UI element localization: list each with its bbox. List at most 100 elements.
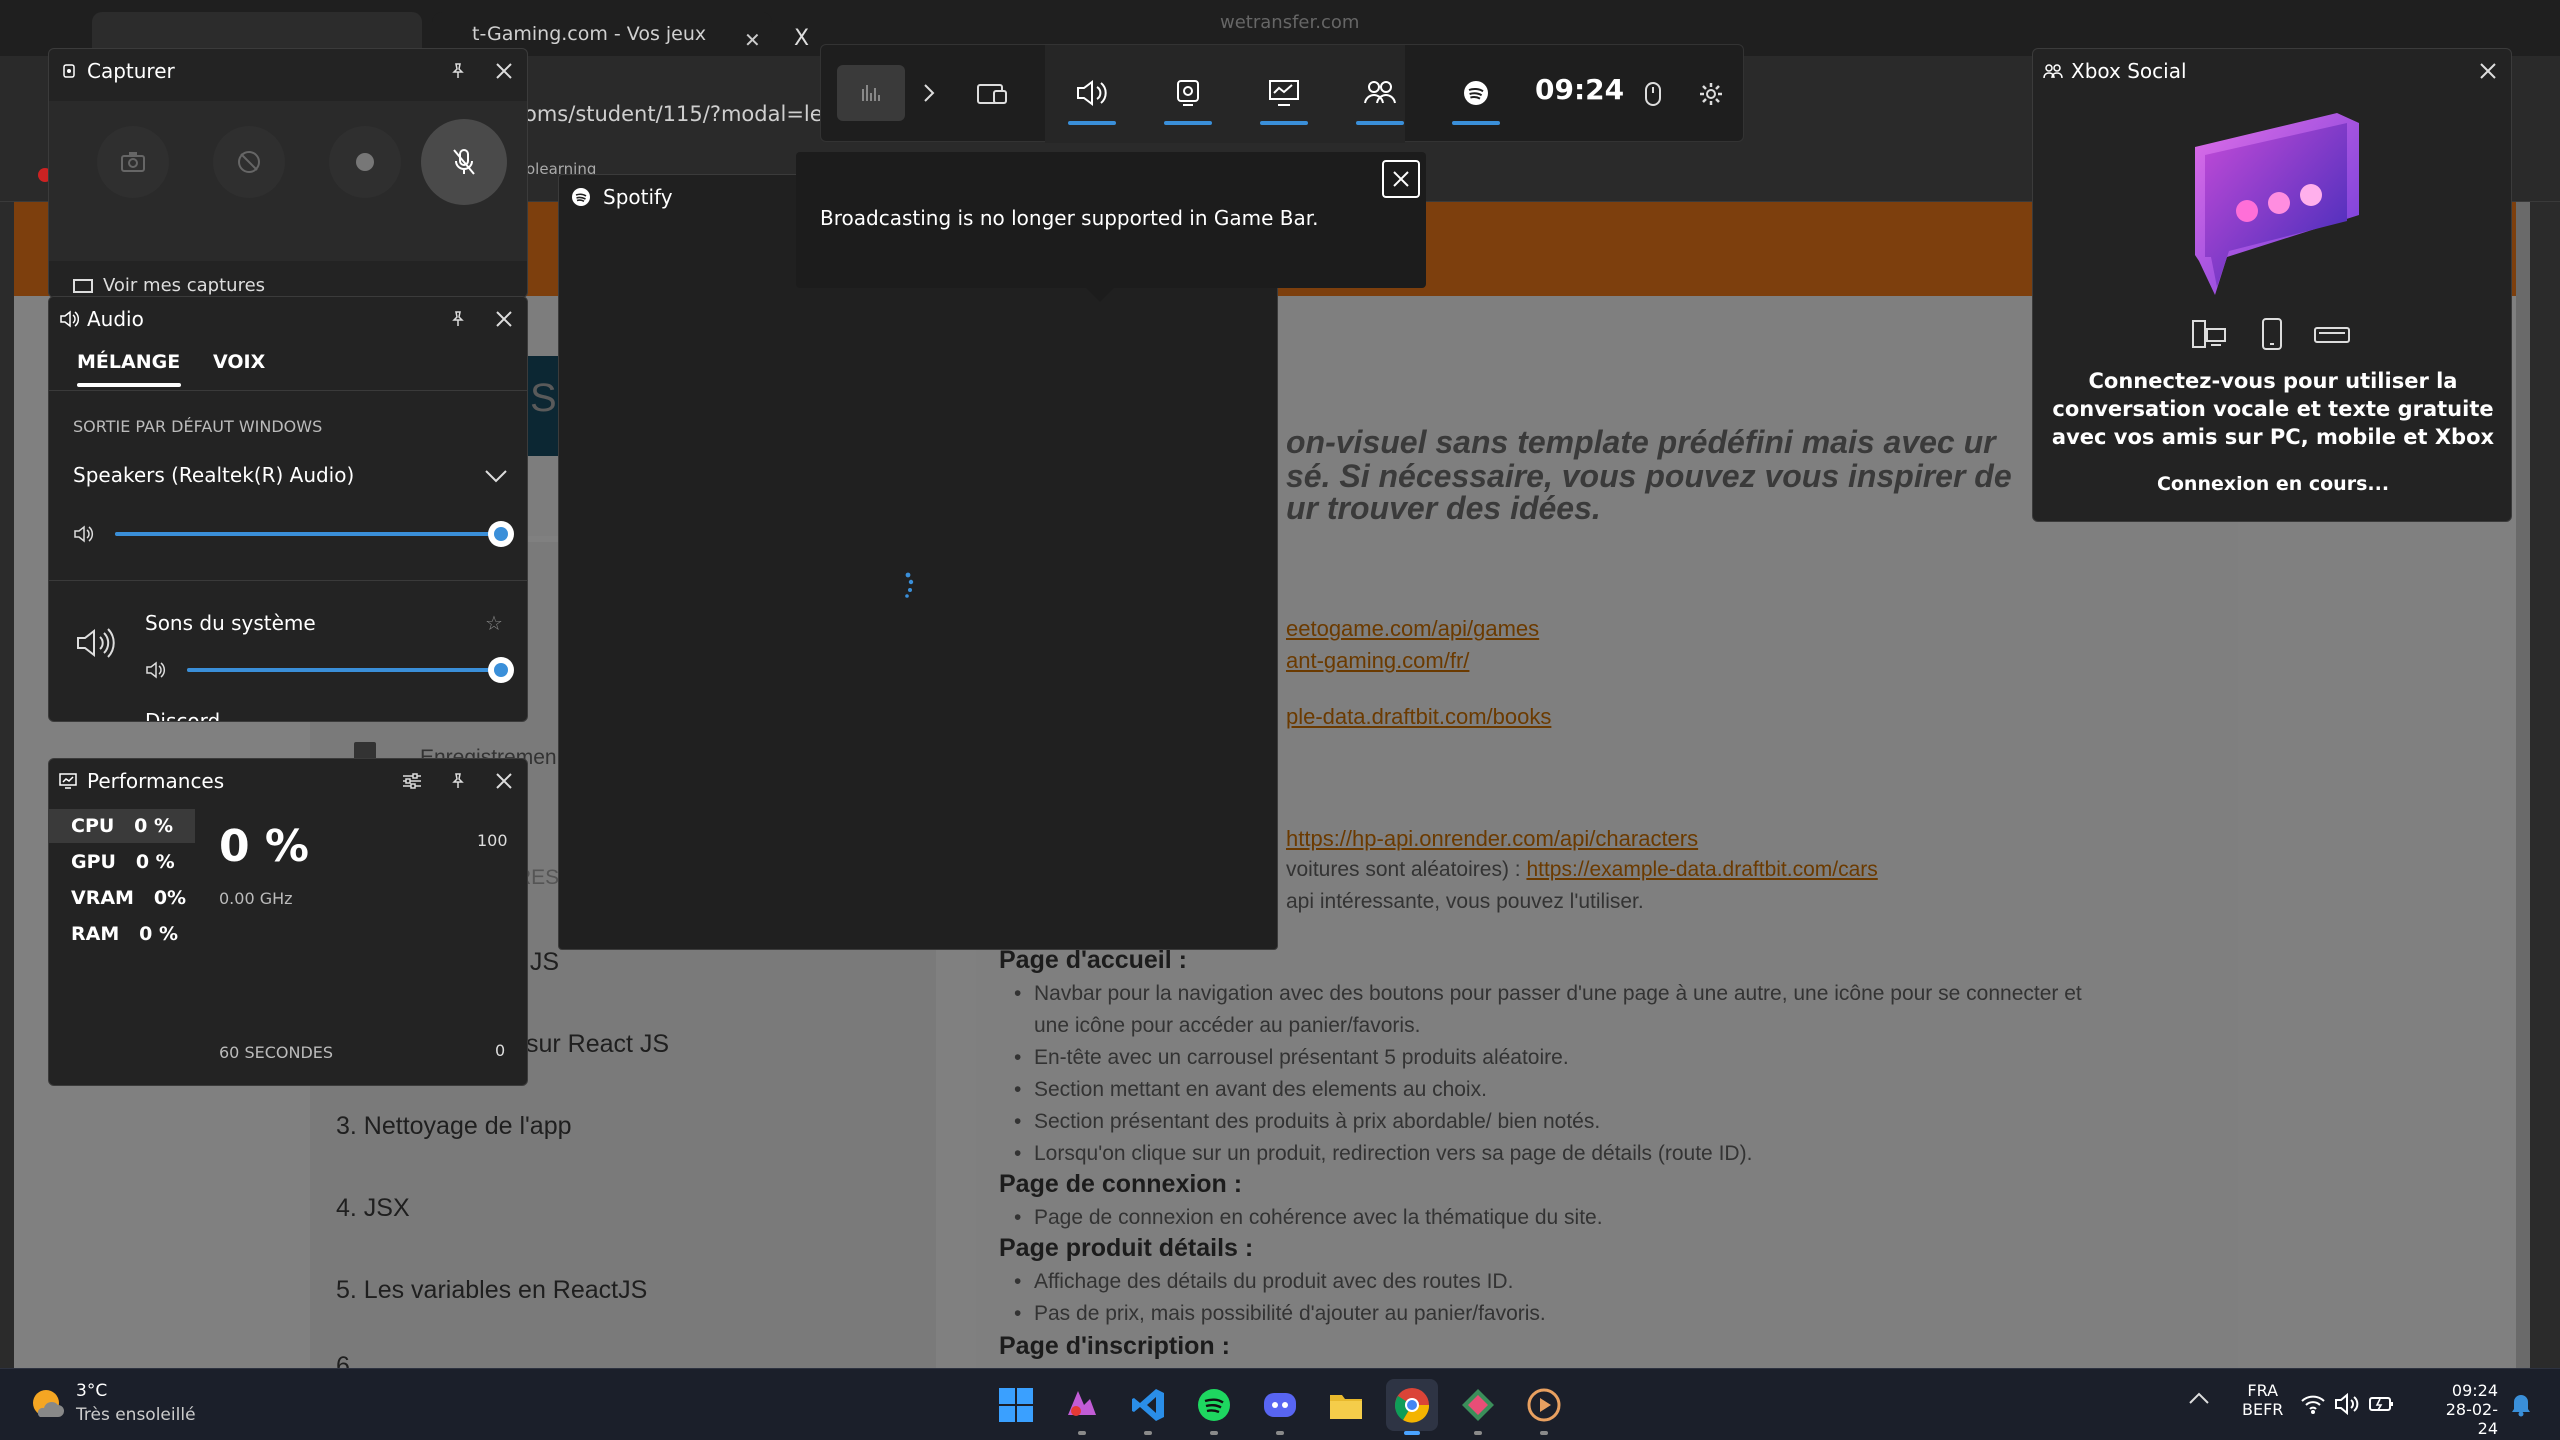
start-button[interactable] [990,1379,1042,1431]
loading-spinner-icon [893,571,923,601]
pin-icon[interactable] [435,49,481,93]
chevron-down-icon [483,465,509,485]
xbox-social-toggle-icon[interactable] [1345,65,1415,125]
course-item[interactable]: 4. JSX [336,1194,410,1223]
page-scrollbar[interactable] [2516,202,2530,1368]
weather-widget[interactable] [28,1385,66,1423]
taskbar-app-explorer[interactable] [1320,1379,1372,1431]
volume-icon [145,661,167,679]
section-title: Page d'accueil : [999,946,1187,974]
close-icon[interactable] [481,49,527,93]
section-title: Page produit détails : [999,1234,1254,1262]
weather-temp: 3°C [76,1381,108,1401]
taskbar-app-gitkraken[interactable] [1452,1379,1504,1435]
notification-bell-icon[interactable] [2510,1391,2532,1417]
active-indicator [1404,1431,1420,1435]
toolbar-clock: 09:24 [1535,73,1625,106]
mic-toggle-button[interactable] [421,119,507,205]
course-item[interactable]: 3. Nettoyage de l'app [336,1112,572,1141]
audio-toggle-icon[interactable] [1057,65,1127,125]
course-heading-fragment: S [530,376,557,420]
close-icon[interactable] [481,297,527,341]
course-item[interactable]: sur React JS [526,1030,669,1059]
bullet: En-tête avec un carrousel présentant 5 p… [1014,1042,1569,1074]
spotify-toggle-icon[interactable] [1441,65,1511,125]
taskbar-app-chrome[interactable] [1386,1379,1438,1435]
course-item[interactable]: 5. Les variables en ReactJS [336,1276,647,1305]
bullet-cont: une icône pour accéder au panier/favoris… [1034,1014,1421,1037]
taskbar-app-vs[interactable] [1056,1379,1108,1435]
pin-icon[interactable] [435,297,481,341]
audio-titlebar: Audio [49,297,527,341]
bullet: Section mettant en avant des elements au… [1014,1074,1487,1106]
close-icon[interactable] [2465,49,2511,93]
chevron-right-icon[interactable] [911,65,947,121]
performance-toggle-icon[interactable] [1249,65,1319,125]
language-indicator[interactable]: FRA BEFR [2242,1381,2283,1419]
active-indicator [1260,121,1308,125]
toast-arrow [1086,288,1114,302]
volume-tray-icon[interactable] [2334,1393,2360,1415]
see-captures-label: Voir mes captures [103,275,266,296]
chevron-up-icon[interactable] [2188,1391,2210,1405]
close-icon[interactable] [481,759,527,803]
api-link[interactable]: https://hp-api.onrender.com/api/characte… [1286,826,1698,852]
taskbar-app-media[interactable] [1518,1379,1570,1435]
url-text[interactable]: oms/student/115/?modal=lessor [524,102,824,126]
spotify-widget: Spotify [558,174,1278,950]
capture-widget: Capturer Voir mes captures [48,48,528,298]
resource-link[interactable]: ple-data.draftbit.com/books [1286,704,1551,730]
gear-icon[interactable] [1689,69,1733,119]
metric-value: 0 % [134,815,174,837]
slider-thumb[interactable] [488,521,514,547]
close-icon[interactable] [1382,160,1420,198]
tab-voice[interactable]: VOIX [213,351,265,373]
running-indicator [1144,1431,1152,1435]
chat-bubble-illustration [2187,111,2367,301]
app-volume-slider[interactable] [187,657,514,683]
wifi-icon[interactable] [2300,1393,2326,1415]
cars-prefix: voitures sont aléatoires) : [1286,858,1527,881]
taskbar-app-vscode[interactable] [1122,1379,1174,1435]
screenshot-button[interactable] [97,126,169,198]
record-last-button[interactable] [213,126,285,198]
scale-min: 0 [495,1041,506,1060]
audio-tabs: MÉLANGE VOIX [49,341,527,391]
big-metric-value: 0 % [219,821,310,872]
master-volume-fill [115,532,501,536]
divider [49,580,527,581]
taskbar-app-spotify[interactable] [1188,1379,1240,1435]
master-volume-slider[interactable] [115,521,514,547]
keyboard-layout: BEFR [2242,1400,2284,1419]
pin-icon[interactable] [435,759,481,803]
tab-mix[interactable]: MÉLANGE [77,351,180,373]
resource-link[interactable]: ant-gaming.com/fr/ [1286,648,1469,674]
metric-row-ram[interactable]: RAM 0 % [71,923,178,945]
running-indicator [1540,1431,1548,1435]
home-button[interactable] [837,65,905,121]
settings-sliders-icon[interactable] [389,759,435,803]
section-title: Page d'inscription : [999,1332,1230,1360]
record-button[interactable] [329,126,401,198]
metric-value: 0 % [135,851,175,873]
bullet: Page de connexion en cohérence avec la t… [1014,1202,1603,1234]
favorite-star-icon[interactable]: ☆ [485,611,503,635]
gallery-icon [73,279,93,293]
see-captures-link[interactable]: Voir mes captures [73,275,265,296]
app-volume-fill [187,668,501,672]
mouse-icon[interactable] [1633,69,1673,119]
taskbar-app-discord[interactable] [1254,1379,1306,1435]
metric-row-vram[interactable]: VRAM 0% [71,887,186,909]
battery-icon[interactable] [2368,1393,2396,1415]
cars-link[interactable]: https://example-data.draftbit.com/cars [1526,858,1877,881]
tab-close-icon[interactable]: ✕ [744,28,761,52]
resource-link[interactable]: eetogame.com/api/games [1286,616,1539,642]
metric-row-gpu[interactable]: GPU 0 % [71,851,175,873]
metric-row-cpu[interactable]: CPU 0 % [71,815,173,837]
slider-thumb[interactable] [488,657,514,683]
taskbar-clock[interactable]: 09:24 28-02-24 [2428,1381,2498,1438]
capture-toggle-icon[interactable] [1153,65,1223,125]
running-indicator [1276,1431,1284,1435]
widget-menu-icon[interactable] [963,65,1023,121]
device-select[interactable]: Speakers (Realtek(R) Audio) [73,463,509,499]
